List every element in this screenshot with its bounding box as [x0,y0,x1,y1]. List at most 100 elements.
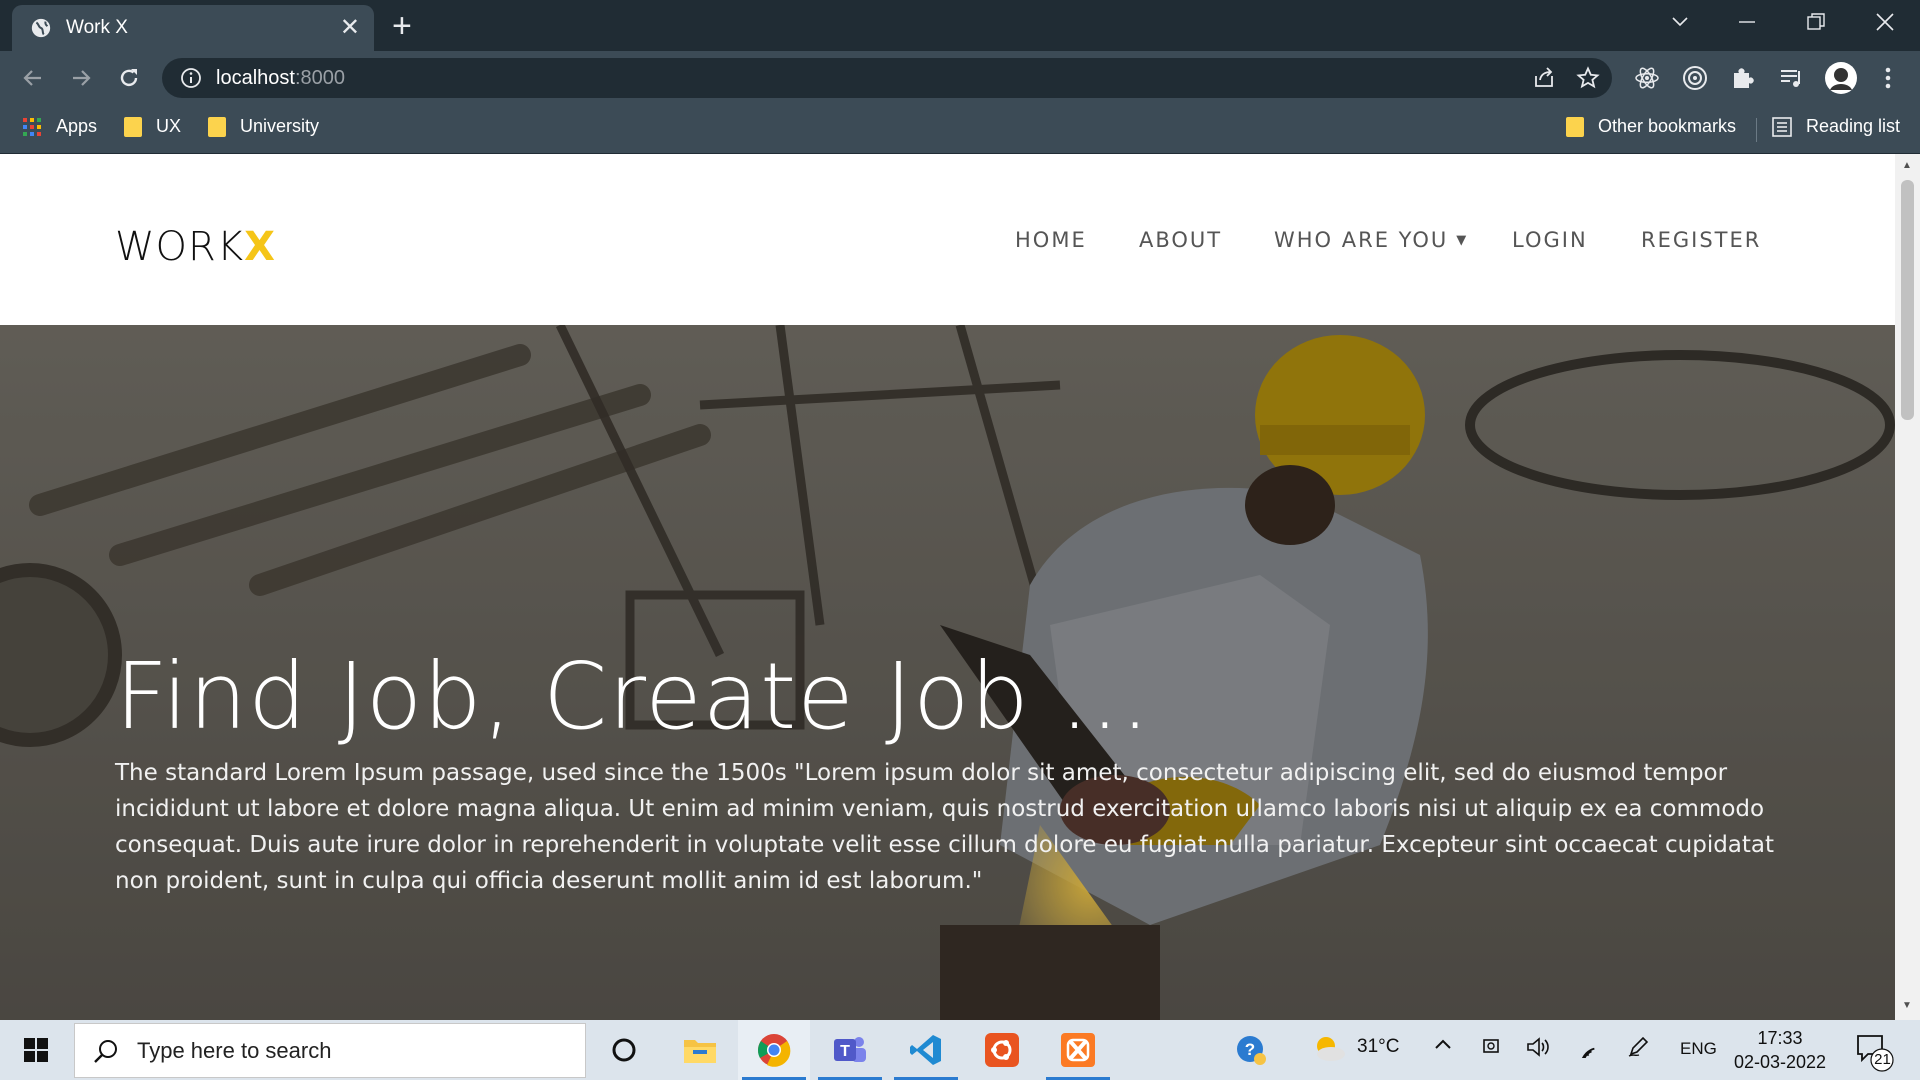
target-icon [1683,66,1707,90]
forward-button[interactable] [64,61,98,95]
volume-icon[interactable] [1526,1036,1550,1064]
weather-icon[interactable] [1312,1034,1346,1068]
extensions-button[interactable] [1729,64,1757,92]
nav-register[interactable]: REGISTER [1641,228,1761,252]
ubuntu-icon [985,1033,1019,1067]
url-port: :8000 [294,66,345,89]
scrollbar-thumb[interactable] [1901,180,1914,420]
hero-description: The standard Lorem Ipsum passage, used s… [115,760,1775,894]
hero-section: Find Job, Create Job ... The standard Lo… [0,325,1895,1020]
svg-text:?: ? [1245,1040,1255,1059]
bookmark-divider [1756,118,1757,142]
bookmark-ux[interactable]: UX [124,116,181,137]
nav-home[interactable]: HOME [1015,228,1087,252]
tab-title: Work X [66,17,128,38]
react-icon [1635,67,1659,89]
meet-now-icon[interactable] [1481,1036,1503,1064]
pen-icon[interactable] [1627,1036,1651,1064]
close-window-button[interactable] [1855,0,1915,44]
back-button[interactable] [16,61,50,95]
clock-time: 17:33 [1757,1028,1803,1048]
hero-title: Find Job, Create Job ... [115,643,1151,750]
folder-explorer-icon [684,1040,716,1063]
url-host: localhost [216,66,295,89]
vscode-icon [910,1035,941,1065]
taskbar-search-box[interactable]: Type here to search [74,1023,586,1078]
start-button[interactable] [0,1020,72,1080]
browser-tabstrip: Work X ✕ + [0,0,1920,51]
site-logo[interactable]: WORKX [115,224,276,270]
weather-temperature[interactable]: 31°C [1357,1036,1399,1058]
bookmark-apps[interactable]: Apps [22,116,97,137]
windows-taskbar: Type here to search T ? 31°C ENG 17:33 0… [0,1020,1920,1080]
taskbar-clock[interactable]: 17:33 02-03-2022 [1730,1026,1830,1074]
taskbar-chrome[interactable] [738,1020,810,1080]
windows-logo-icon [24,1038,48,1062]
playlist-icon [1781,70,1800,87]
more-vertical-icon [1885,67,1891,89]
help-icon[interactable]: ? [1235,1034,1267,1072]
folder-icon [208,116,226,137]
cortana-circle-icon [612,1038,636,1062]
bookmark-other[interactable]: Other bookmarks [1566,116,1736,137]
taskbar-vscode[interactable] [890,1020,962,1080]
folder-icon [1566,116,1584,137]
globe-icon [31,18,51,38]
scroll-up-arrow-icon[interactable]: ▲ [1902,160,1912,171]
nav-login[interactable]: LOGIN [1512,228,1588,252]
nav-who-label: WHO ARE YOU [1274,228,1449,252]
puzzle-icon [1734,68,1754,88]
apps-grid-icon [23,117,41,136]
share-icon[interactable] [1532,66,1556,90]
web-page: WORKX HOME ABOUT WHO ARE YOU ▼ LOGIN REGI… [0,154,1895,1020]
search-icon [94,1039,117,1063]
notifications-button[interactable]: 21 [1854,1032,1894,1072]
reading-list-icon [1772,116,1792,137]
clock-date: 02-03-2022 [1733,1052,1827,1072]
reload-icon [120,69,138,87]
page-scrollbar[interactable]: ▲ ▼ [1895,154,1920,1020]
new-tab-button[interactable]: + [392,8,412,44]
avatar-icon [1825,62,1857,94]
tab-close-button[interactable]: ✕ [340,16,360,40]
bookmark-university-label: University [240,116,320,136]
nav-who-are-you[interactable]: WHO ARE YOU ▼ [1274,228,1468,252]
taskbar-ubuntu[interactable] [966,1020,1038,1080]
chevron-up-icon[interactable] [1432,1034,1454,1062]
minimize-button[interactable] [1717,0,1777,44]
reading-list-button[interactable]: Reading list [1772,116,1900,137]
browser-tab[interactable]: Work X ✕ [12,5,374,51]
restore-icon [1807,13,1825,30]
bookmark-university[interactable]: University [208,116,319,137]
info-icon [181,68,201,88]
browser-toolbar: localhost:8000 [0,51,1920,104]
arrow-left-icon [23,70,41,86]
svg-text:T: T [840,1043,850,1060]
taskbar-xampp[interactable] [1042,1020,1114,1080]
language-indicator[interactable]: ENG [1680,1039,1717,1059]
profile-avatar[interactable] [1824,61,1858,95]
react-devtools-extension[interactable] [1633,64,1661,92]
taskbar-teams[interactable]: T [814,1020,886,1080]
minimize-icon [1739,21,1755,23]
tab-search-button[interactable] [1650,0,1710,44]
logo-accent: X [244,224,276,270]
browser-menu-button[interactable] [1874,64,1902,92]
target-extension[interactable] [1681,64,1709,92]
reload-button[interactable] [112,61,146,95]
close-icon [1876,13,1894,31]
notification-count: 21 [1874,1051,1891,1068]
logo-main: WORK [115,224,245,270]
chrome-icon [758,1034,791,1067]
arrow-right-icon [73,70,91,86]
wifi-icon[interactable] [1576,1036,1600,1064]
restore-button[interactable] [1786,0,1846,44]
nav-about[interactable]: ABOUT [1139,228,1222,252]
media-control-button[interactable] [1777,64,1805,92]
star-icon[interactable] [1576,66,1600,90]
folder-icon [124,116,142,137]
taskbar-file-explorer[interactable] [664,1020,736,1080]
address-bar[interactable]: localhost:8000 [162,58,1612,98]
task-view-button[interactable] [588,1020,660,1080]
scroll-down-arrow-icon[interactable]: ▼ [1902,1000,1912,1011]
